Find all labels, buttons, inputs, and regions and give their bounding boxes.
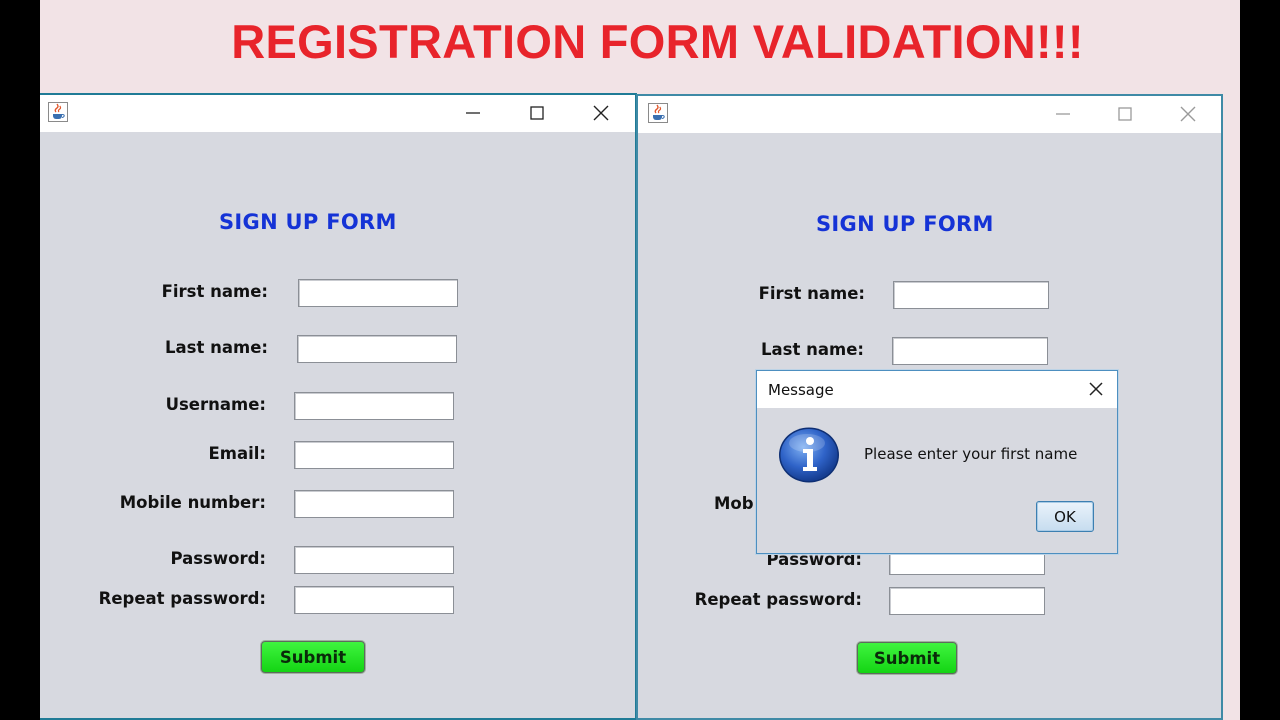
mobile-number-label: Mob	[714, 494, 754, 513]
mobile-number-label: Mobile number:	[119, 493, 266, 512]
last-name-input[interactable]	[892, 337, 1048, 365]
screen-canvas: REGISTRATION FORM VALIDATION!!! SIGN UP …	[40, 0, 1240, 720]
last-name-label: Last name:	[165, 338, 268, 357]
username-input[interactable]	[294, 392, 454, 420]
java-cup-icon	[648, 103, 668, 123]
repeat-password-input[interactable]	[889, 587, 1045, 615]
window-titlebar[interactable]	[638, 96, 1221, 133]
username-label: Username:	[165, 395, 266, 414]
minimize-icon[interactable]	[1049, 100, 1077, 128]
submit-button[interactable]: Submit	[857, 642, 957, 674]
email-input[interactable]	[294, 441, 454, 469]
java-cup-icon	[48, 102, 68, 122]
minimize-icon[interactable]	[459, 99, 487, 127]
first-name-label: First name:	[161, 282, 268, 301]
page-headline: REGISTRATION FORM VALIDATION!!!	[231, 15, 1084, 68]
password-input[interactable]	[294, 546, 454, 574]
signup-window-left: SIGN UP FORM First name: Last name: User…	[40, 93, 637, 720]
repeat-password-label: Repeat password:	[694, 590, 862, 609]
mobile-number-input[interactable]	[294, 490, 454, 518]
email-label: Email:	[208, 444, 266, 463]
repeat-password-input[interactable]	[294, 586, 454, 614]
last-name-input[interactable]	[297, 335, 457, 363]
dialog-title: Message	[768, 381, 834, 399]
maximize-icon[interactable]	[1111, 100, 1139, 128]
maximize-icon[interactable]	[523, 99, 551, 127]
first-name-label: First name:	[758, 284, 865, 303]
form-title: SIGN UP FORM	[816, 212, 994, 236]
password-label: Password:	[170, 549, 266, 568]
info-icon	[779, 427, 839, 483]
repeat-password-label: Repeat password:	[98, 589, 266, 608]
form-panel: SIGN UP FORM First name: Last name: User…	[40, 132, 635, 718]
close-icon[interactable]	[1174, 100, 1202, 128]
close-icon[interactable]	[587, 99, 615, 127]
ok-button[interactable]: OK	[1036, 501, 1094, 532]
close-icon[interactable]	[1083, 376, 1109, 402]
form-title: SIGN UP FORM	[219, 210, 397, 234]
first-name-input[interactable]	[893, 281, 1049, 309]
first-name-input[interactable]	[298, 279, 458, 307]
last-name-label: Last name:	[761, 340, 864, 359]
window-titlebar[interactable]	[40, 95, 635, 132]
dialog-message: Please enter your first name	[864, 445, 1078, 463]
submit-button[interactable]: Submit	[261, 641, 365, 673]
dialog-titlebar[interactable]: Message	[757, 371, 1117, 408]
message-dialog: Message Please enter your first name OK	[756, 370, 1118, 554]
